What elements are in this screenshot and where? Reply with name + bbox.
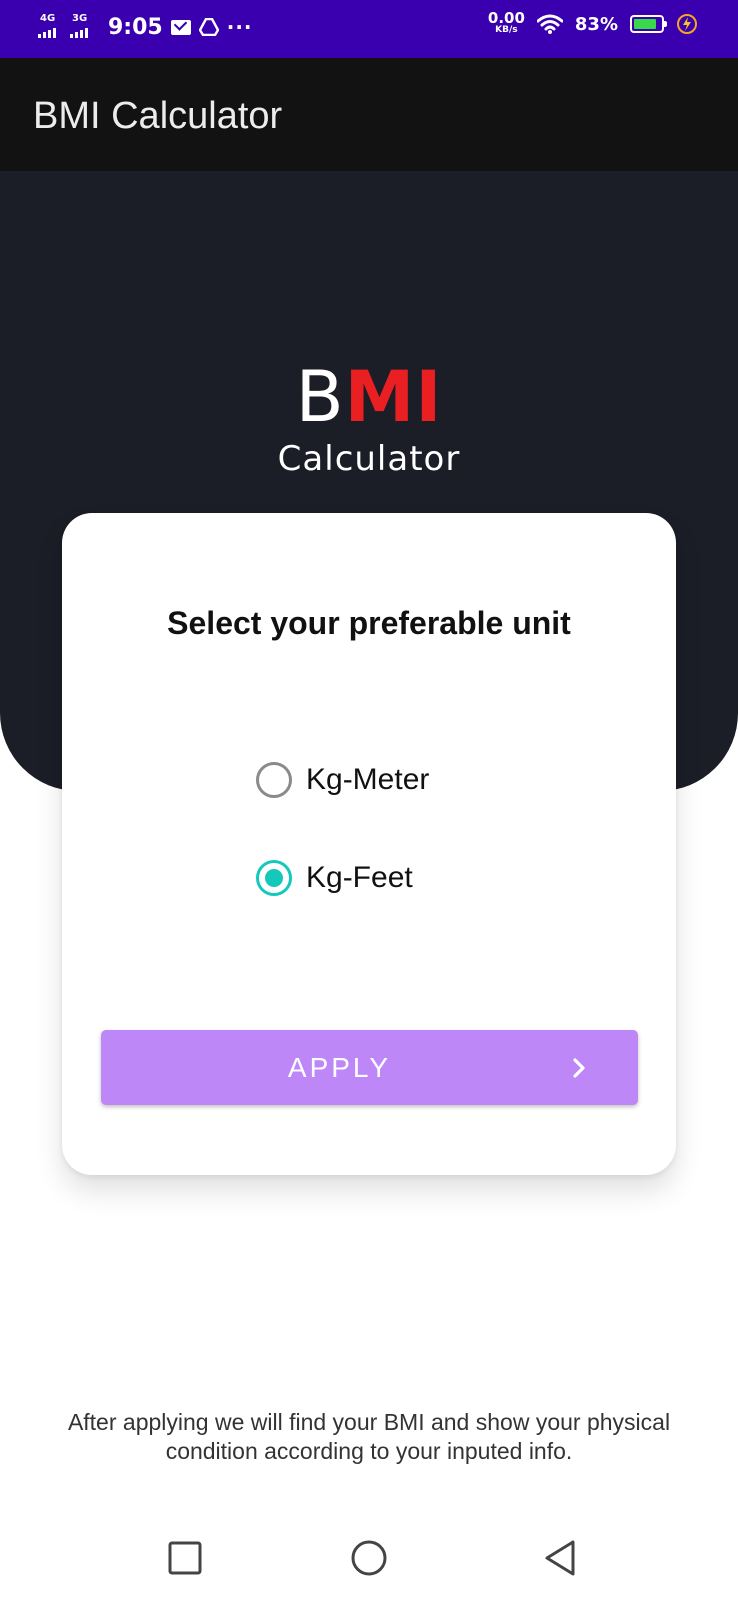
logo-subtitle: Calculator (277, 439, 461, 479)
logo-letters-mi: MI (344, 356, 443, 438)
charging-icon (677, 14, 697, 34)
navigation-bar (0, 1524, 738, 1594)
network-type-1: 4G (40, 13, 56, 24)
back-icon[interactable] (541, 1538, 581, 1578)
status-bar: 4G 3G 9:05 ··· 0.00 KB/s 83% (0, 0, 738, 58)
wifi-icon (536, 14, 563, 34)
mail-icon (170, 19, 191, 35)
status-right: 0.00 KB/s 83% (487, 9, 698, 36)
radio-button-checked[interactable] (256, 860, 292, 896)
card-title: Select your preferable unit (167, 605, 571, 641)
apply-button[interactable]: APPLY (101, 1030, 638, 1105)
clock: 9:05 (108, 14, 163, 40)
app-title: BMI Calculator (33, 95, 283, 137)
network-type-2: 3G (72, 13, 88, 24)
status-left: 4G 3G 9:05 ··· (38, 14, 253, 40)
battery-fill (634, 19, 656, 29)
logo-wordmark: BMI (0, 357, 738, 437)
radio-label: Kg-Meter (306, 763, 430, 796)
battery-icon (630, 15, 667, 33)
bmi-logo: BMI Calculator (0, 357, 738, 479)
more-notifications-indicator: ··· (226, 15, 253, 39)
signal-icon: 4G (38, 14, 64, 40)
app-bar: BMI Calculator (0, 58, 738, 171)
unit-selection-card: Select your preferable unit Kg-Meter Kg-… (62, 513, 676, 1175)
drive-icon (198, 18, 219, 36)
apply-button-label: APPLY (287, 1051, 392, 1083)
home-icon[interactable] (349, 1538, 389, 1578)
network-speed-value: 0.00 (487, 9, 525, 27)
signal-icon: 3G (70, 14, 96, 40)
recent-apps-icon[interactable] (165, 1538, 205, 1578)
info-note: After applying we will find your BMI and… (67, 1409, 671, 1464)
network-speed: 0.00 KB/s (487, 9, 525, 36)
radio-button-unchecked[interactable] (256, 762, 292, 798)
battery-percent: 83% (574, 13, 618, 35)
radio-option-kg-meter[interactable]: Kg-Meter (256, 762, 429, 798)
network-indicators: 4G 3G (38, 14, 96, 40)
logo-letter-b: B (295, 356, 345, 438)
radio-label: Kg-Feet (306, 861, 413, 894)
chevron-right-icon (573, 1058, 585, 1078)
radio-option-kg-feet[interactable]: Kg-Feet (256, 860, 413, 896)
